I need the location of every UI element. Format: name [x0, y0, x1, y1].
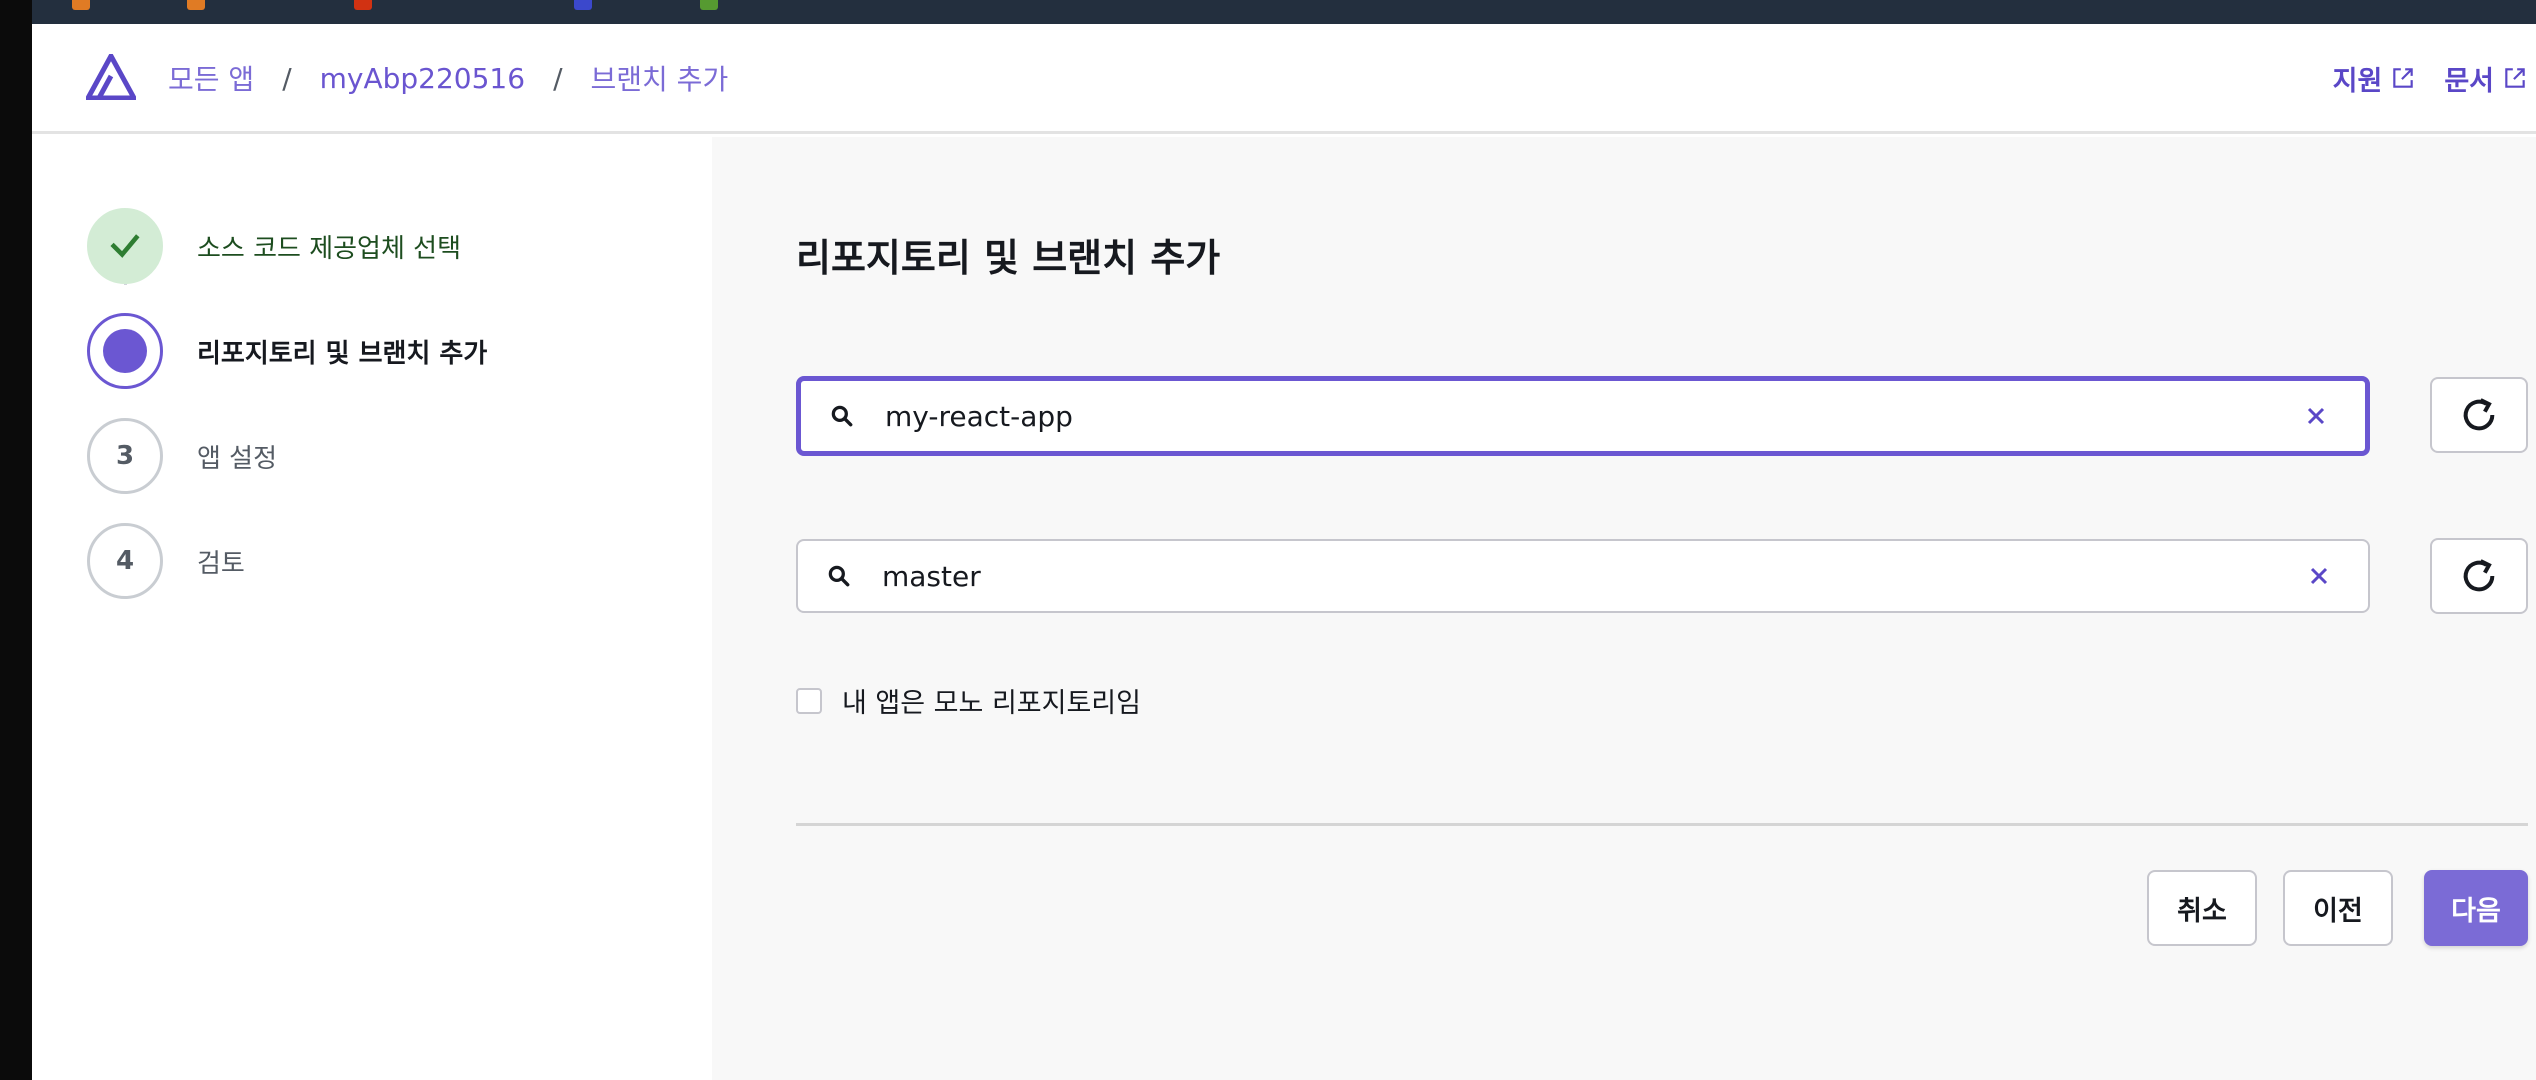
clear-icon[interactable] — [2304, 561, 2334, 591]
bookmark-s3[interactable] — [700, 0, 718, 12]
lambda-favicon-icon — [187, 0, 205, 10]
refresh-repositories-button[interactable] — [2430, 377, 2528, 453]
active-dot-icon — [103, 329, 147, 373]
monorepo-option: 내 앱은 모노 리포지토리임 — [796, 681, 1141, 720]
s3-favicon-icon — [700, 0, 718, 10]
step-repository-branch: 리포지토리 및 브랜치 추가 — [87, 312, 487, 390]
refresh-icon — [2463, 398, 2495, 431]
wizard-steps: 소스 코드 제공업체 선택 리포지토리 및 브랜치 추가 3 앱 설정 4 검토 — [32, 137, 712, 1080]
amplify-console: 모든 앱 / myAbp220516 / 브랜치 추가 지원 문서 소스 코드 … — [32, 24, 2536, 1080]
divider — [796, 823, 2528, 826]
external-link-icon — [2393, 68, 2414, 88]
breadcrumb-separator: / — [553, 61, 563, 95]
rds-favicon-icon — [574, 0, 592, 10]
breadcrumb-all-apps[interactable]: 모든 앱 — [168, 58, 254, 98]
page-title: 리포지토리 및 브랜치 추가 — [796, 236, 1221, 280]
header-links: 지원 문서 — [2333, 58, 2528, 98]
repository-search-value[interactable]: my-react-app — [885, 400, 2301, 433]
screen-bezel — [0, 0, 32, 1080]
ec2-favicon-icon — [72, 0, 90, 10]
docs-link[interactable]: 문서 — [2444, 59, 2528, 98]
amplify-favicon-icon — [354, 0, 372, 10]
step-number: 3 — [87, 418, 163, 494]
support-link-label: 지원 — [2332, 65, 2383, 97]
bookmarks-bar — [32, 0, 2536, 24]
top-header: 모든 앱 / myAbp220516 / 브랜치 추가 지원 문서 — [32, 24, 2536, 134]
refresh-icon — [2463, 559, 2495, 592]
bookmark-rds[interactable] — [574, 0, 592, 12]
step-done-indicator — [87, 208, 163, 284]
support-link[interactable]: 지원 — [2333, 59, 2417, 98]
repository-search-input[interactable]: my-react-app — [796, 376, 2370, 456]
step-number: 4 — [87, 523, 163, 599]
step-label: 리포지토리 및 브랜치 추가 — [197, 338, 488, 369]
bookmark-ec2[interactable] — [72, 0, 90, 12]
search-icon — [831, 405, 853, 427]
breadcrumb-separator: / — [282, 61, 292, 95]
step-active-indicator — [87, 313, 163, 389]
branch-search-value[interactable]: master — [882, 560, 2304, 593]
external-link-icon — [2505, 68, 2525, 88]
branch-search-input[interactable]: master — [796, 539, 2370, 613]
clear-icon[interactable] — [2301, 401, 2331, 431]
docs-link-label: 문서 — [2444, 65, 2494, 97]
search-icon — [828, 565, 850, 587]
amplify-logo-icon[interactable] — [86, 54, 136, 100]
monorepo-checkbox[interactable] — [796, 687, 822, 714]
next-button[interactable]: 다음 — [2424, 870, 2528, 946]
monorepo-label[interactable]: 내 앱은 모노 리포지토리임 — [842, 681, 1141, 720]
step-app-settings: 3 앱 설정 — [87, 417, 277, 495]
step-label: 앱 설정 — [197, 443, 278, 474]
cancel-button[interactable]: 취소 — [2147, 870, 2257, 946]
breadcrumb: 모든 앱 / myAbp220516 / 브랜치 추가 — [168, 58, 728, 98]
step-source-provider[interactable]: 소스 코드 제공업체 선택 — [87, 207, 461, 285]
bookmark-amplify[interactable] — [354, 0, 372, 12]
check-icon — [110, 234, 140, 258]
step-label: 소스 코드 제공업체 선택 — [197, 233, 461, 264]
refresh-branches-button[interactable] — [2430, 538, 2528, 614]
step-label: 검토 — [197, 548, 245, 579]
step-review: 4 검토 — [87, 522, 245, 600]
breadcrumb-app-name[interactable]: myAbp220516 — [320, 62, 525, 95]
breadcrumb-current: 브랜치 추가 — [590, 63, 729, 96]
previous-button[interactable]: 이전 — [2283, 870, 2393, 946]
bookmark-lambda[interactable] — [187, 0, 205, 12]
main-content: 리포지토리 및 브랜치 추가 my-react-app master 내 앱은 … — [712, 137, 2536, 1080]
